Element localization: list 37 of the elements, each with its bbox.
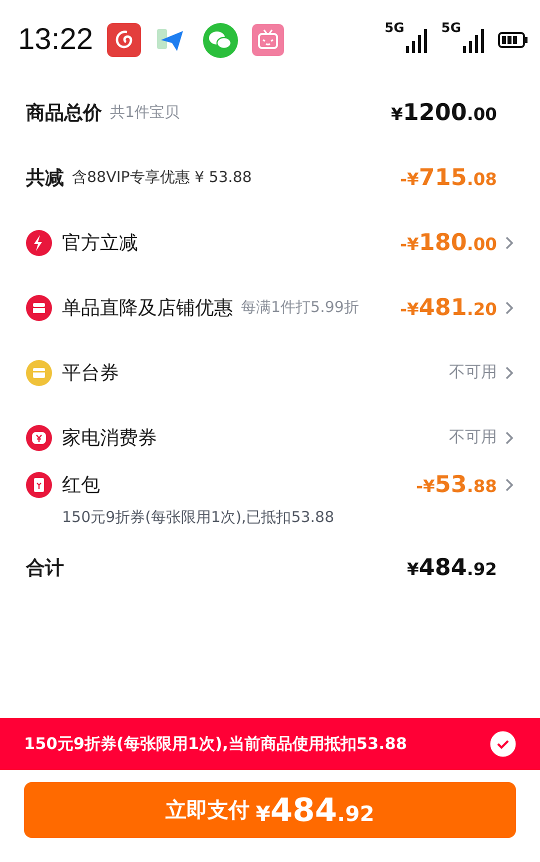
status-text: 不可用 [449,362,497,383]
chevron-icon [505,478,514,492]
checkbox[interactable] [490,731,516,757]
clock-time: 13:22 [18,23,94,57]
chevron-icon [505,430,514,444]
row-label: 合计 [26,556,64,580]
amount: ¥484.92 [407,554,497,580]
row-label: 共减 [26,166,64,190]
signal-icon [462,27,484,53]
battery-icon [498,32,528,48]
amount: -¥53.88 [416,472,497,498]
row-label: 官方立减 [62,230,138,256]
chevron-icon [505,300,514,314]
row-label: 商品总价 [26,100,102,126]
signal-icon [405,27,428,53]
status-text: 不可用 [449,427,497,448]
chevron-icon [505,366,514,380]
network-label: 5G [384,21,404,36]
chevron-icon [505,236,514,250]
amount: -¥715.08 [400,164,497,190]
row-label: 家电消费券 [62,426,157,450]
amount: -¥180.00 [400,230,497,256]
network-label: 5G [441,21,461,36]
amount: ¥1200.00 [391,100,497,126]
tv-app-icon[interactable] [252,24,284,56]
row-label: 红包 [62,473,100,498]
row-note: 共1件宝贝 [110,103,180,122]
amount: -¥481.20 [400,294,497,320]
row-note: 含88VIP专享优惠 ¥ 53.88 [72,168,252,187]
coupon-detail: 150元9折券(每张限用1次),已抵扣53.88 [62,508,334,527]
pay-now-button[interactable]: 立即支付 ¥484.92 [24,782,516,838]
banner-text: 150元9折券(每张限用1次),当前商品使用抵扣53.88 [24,734,407,754]
chat-app-icon[interactable] [203,22,238,58]
row-note: 每满1件打5.99折 [241,298,359,317]
row-label: 单品直降及店铺优惠 [62,296,233,320]
row-label: 平台券 [62,360,119,386]
music-app-icon[interactable] [107,23,142,57]
